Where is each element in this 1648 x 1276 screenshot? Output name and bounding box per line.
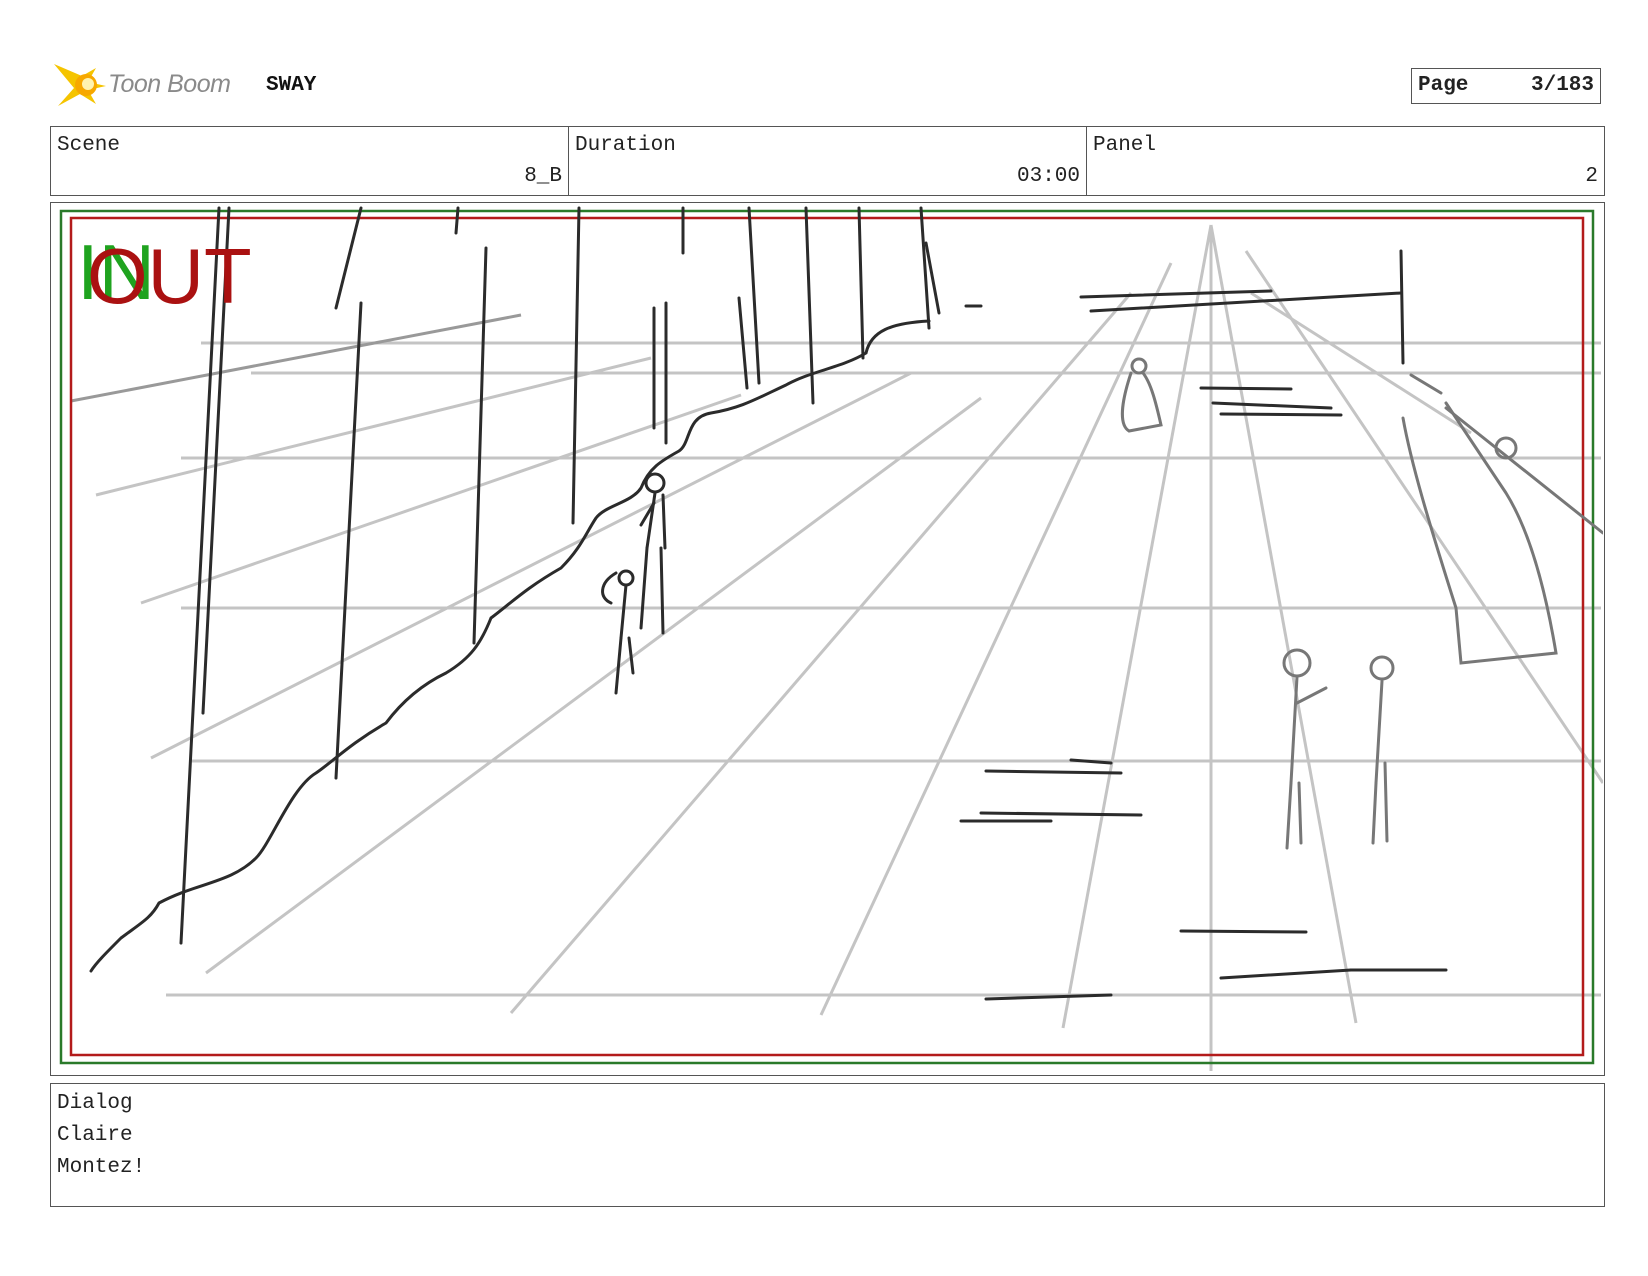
panel-sketch: IN OUT xyxy=(59,206,1603,1071)
background-figures xyxy=(1120,357,1603,850)
panel-cell: Panel 2 xyxy=(1087,127,1604,195)
logo-wordmark: Toon Boom xyxy=(108,70,231,98)
duration-label: Duration xyxy=(575,134,676,157)
scene-cell: Scene 8_B xyxy=(51,127,569,195)
panel-info-row: Scene 8_B Duration 03:00 Panel 2 xyxy=(50,126,1605,196)
starburst-logo-icon xyxy=(54,64,106,106)
page-label: Page xyxy=(1418,74,1469,97)
page-indicator: Page 3/183 xyxy=(1411,68,1601,104)
panel-value: 2 xyxy=(1585,165,1598,188)
action-safe-frame xyxy=(59,209,1595,1065)
scene-value: 8_B xyxy=(524,165,562,188)
ink-sketch xyxy=(89,206,1448,1001)
out-marker: OUT xyxy=(87,232,252,320)
storyboard-panel: IN OUT xyxy=(50,202,1605,1076)
duration-cell: Duration 03:00 xyxy=(569,127,1087,195)
duration-value: 03:00 xyxy=(1016,165,1080,188)
panel-label: Panel xyxy=(1093,134,1157,157)
dialog-line: Montez! xyxy=(57,1156,146,1179)
dialog-label: Dialog xyxy=(57,1092,133,1115)
project-title: SWAY xyxy=(266,74,317,97)
scene-label: Scene xyxy=(57,134,121,157)
dialog-speaker: Claire xyxy=(57,1124,133,1147)
dialog-box: Dialog Claire Montez! xyxy=(50,1083,1605,1207)
page-number: 3/183 xyxy=(1530,74,1594,97)
